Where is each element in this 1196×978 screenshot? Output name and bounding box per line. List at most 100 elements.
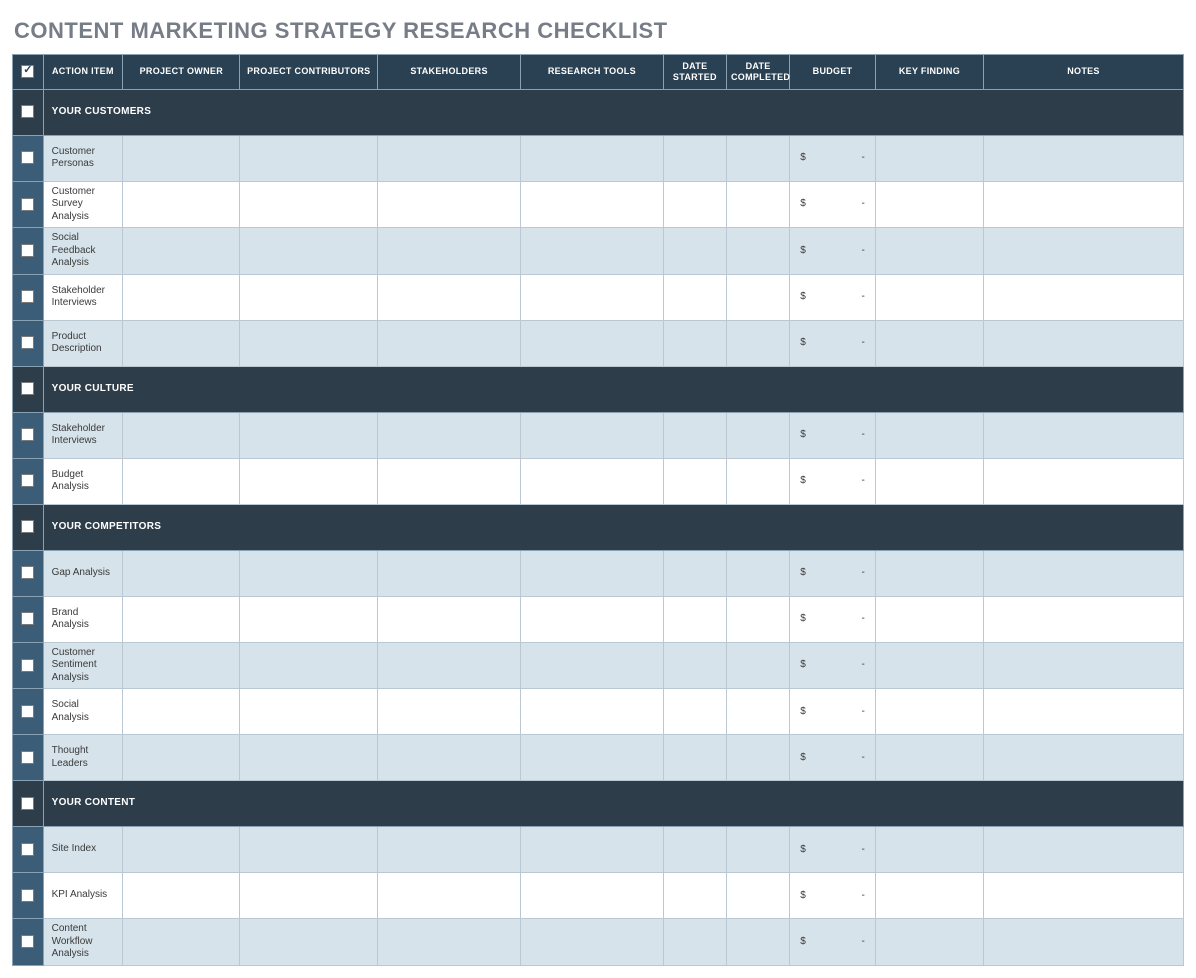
date-started-cell[interactable] xyxy=(663,550,726,596)
budget-cell[interactable]: $- xyxy=(790,873,876,919)
notes-cell[interactable] xyxy=(984,827,1184,873)
header-checkbox[interactable] xyxy=(21,65,34,78)
notes-cell[interactable] xyxy=(984,689,1184,735)
project-owner-cell[interactable] xyxy=(123,689,240,735)
row-checkbox[interactable] xyxy=(21,474,34,487)
project-owner-cell[interactable] xyxy=(123,827,240,873)
date-completed-cell[interactable] xyxy=(726,919,789,966)
date-started-cell[interactable] xyxy=(663,919,726,966)
stakeholders-cell[interactable] xyxy=(378,642,521,689)
project-owner-cell[interactable] xyxy=(123,596,240,642)
key-finding-cell[interactable] xyxy=(875,827,983,873)
notes-cell[interactable] xyxy=(984,550,1184,596)
row-checkbox[interactable] xyxy=(21,889,34,902)
research-tools-cell[interactable] xyxy=(520,735,663,781)
key-finding-cell[interactable] xyxy=(875,919,983,966)
row-checkbox[interactable] xyxy=(21,198,34,211)
project-contributors-cell[interactable] xyxy=(240,827,378,873)
key-finding-cell[interactable] xyxy=(875,181,983,228)
key-finding-cell[interactable] xyxy=(875,228,983,275)
stakeholders-cell[interactable] xyxy=(378,735,521,781)
date-completed-cell[interactable] xyxy=(726,873,789,919)
date-completed-cell[interactable] xyxy=(726,181,789,228)
project-contributors-cell[interactable] xyxy=(240,550,378,596)
date-completed-cell[interactable] xyxy=(726,320,789,366)
date-started-cell[interactable] xyxy=(663,135,726,181)
stakeholders-cell[interactable] xyxy=(378,458,521,504)
date-started-cell[interactable] xyxy=(663,320,726,366)
budget-cell[interactable]: $- xyxy=(790,735,876,781)
section-checkbox[interactable] xyxy=(21,382,34,395)
budget-cell[interactable]: $- xyxy=(790,135,876,181)
date-completed-cell[interactable] xyxy=(726,135,789,181)
key-finding-cell[interactable] xyxy=(875,320,983,366)
project-contributors-cell[interactable] xyxy=(240,274,378,320)
project-contributors-cell[interactable] xyxy=(240,873,378,919)
stakeholders-cell[interactable] xyxy=(378,596,521,642)
research-tools-cell[interactable] xyxy=(520,919,663,966)
date-completed-cell[interactable] xyxy=(726,458,789,504)
budget-cell[interactable]: $- xyxy=(790,827,876,873)
budget-cell[interactable]: $- xyxy=(790,458,876,504)
row-checkbox[interactable] xyxy=(21,659,34,672)
stakeholders-cell[interactable] xyxy=(378,228,521,275)
research-tools-cell[interactable] xyxy=(520,228,663,275)
budget-cell[interactable]: $- xyxy=(790,642,876,689)
stakeholders-cell[interactable] xyxy=(378,550,521,596)
date-completed-cell[interactable] xyxy=(726,274,789,320)
date-completed-cell[interactable] xyxy=(726,412,789,458)
date-started-cell[interactable] xyxy=(663,228,726,275)
notes-cell[interactable] xyxy=(984,320,1184,366)
row-checkbox[interactable] xyxy=(21,705,34,718)
row-checkbox[interactable] xyxy=(21,751,34,764)
research-tools-cell[interactable] xyxy=(520,135,663,181)
notes-cell[interactable] xyxy=(984,458,1184,504)
research-tools-cell[interactable] xyxy=(520,596,663,642)
notes-cell[interactable] xyxy=(984,135,1184,181)
key-finding-cell[interactable] xyxy=(875,412,983,458)
project-owner-cell[interactable] xyxy=(123,135,240,181)
project-contributors-cell[interactable] xyxy=(240,135,378,181)
notes-cell[interactable] xyxy=(984,181,1184,228)
budget-cell[interactable]: $- xyxy=(790,274,876,320)
date-completed-cell[interactable] xyxy=(726,596,789,642)
project-contributors-cell[interactable] xyxy=(240,596,378,642)
row-checkbox[interactable] xyxy=(21,935,34,948)
project-contributors-cell[interactable] xyxy=(240,458,378,504)
research-tools-cell[interactable] xyxy=(520,458,663,504)
budget-cell[interactable]: $- xyxy=(790,919,876,966)
stakeholders-cell[interactable] xyxy=(378,689,521,735)
research-tools-cell[interactable] xyxy=(520,550,663,596)
date-started-cell[interactable] xyxy=(663,827,726,873)
project-owner-cell[interactable] xyxy=(123,320,240,366)
stakeholders-cell[interactable] xyxy=(378,274,521,320)
date-started-cell[interactable] xyxy=(663,735,726,781)
project-contributors-cell[interactable] xyxy=(240,642,378,689)
key-finding-cell[interactable] xyxy=(875,873,983,919)
budget-cell[interactable]: $- xyxy=(790,550,876,596)
row-checkbox[interactable] xyxy=(21,566,34,579)
notes-cell[interactable] xyxy=(984,735,1184,781)
project-owner-cell[interactable] xyxy=(123,181,240,228)
date-completed-cell[interactable] xyxy=(726,827,789,873)
project-owner-cell[interactable] xyxy=(123,228,240,275)
notes-cell[interactable] xyxy=(984,596,1184,642)
stakeholders-cell[interactable] xyxy=(378,181,521,228)
research-tools-cell[interactable] xyxy=(520,827,663,873)
project-owner-cell[interactable] xyxy=(123,919,240,966)
project-contributors-cell[interactable] xyxy=(240,228,378,275)
key-finding-cell[interactable] xyxy=(875,642,983,689)
key-finding-cell[interactable] xyxy=(875,735,983,781)
project-contributors-cell[interactable] xyxy=(240,412,378,458)
date-started-cell[interactable] xyxy=(663,642,726,689)
section-checkbox[interactable] xyxy=(21,797,34,810)
date-started-cell[interactable] xyxy=(663,458,726,504)
row-checkbox[interactable] xyxy=(21,151,34,164)
stakeholders-cell[interactable] xyxy=(378,135,521,181)
stakeholders-cell[interactable] xyxy=(378,412,521,458)
budget-cell[interactable]: $- xyxy=(790,181,876,228)
key-finding-cell[interactable] xyxy=(875,689,983,735)
project-contributors-cell[interactable] xyxy=(240,689,378,735)
notes-cell[interactable] xyxy=(984,228,1184,275)
row-checkbox[interactable] xyxy=(21,244,34,257)
